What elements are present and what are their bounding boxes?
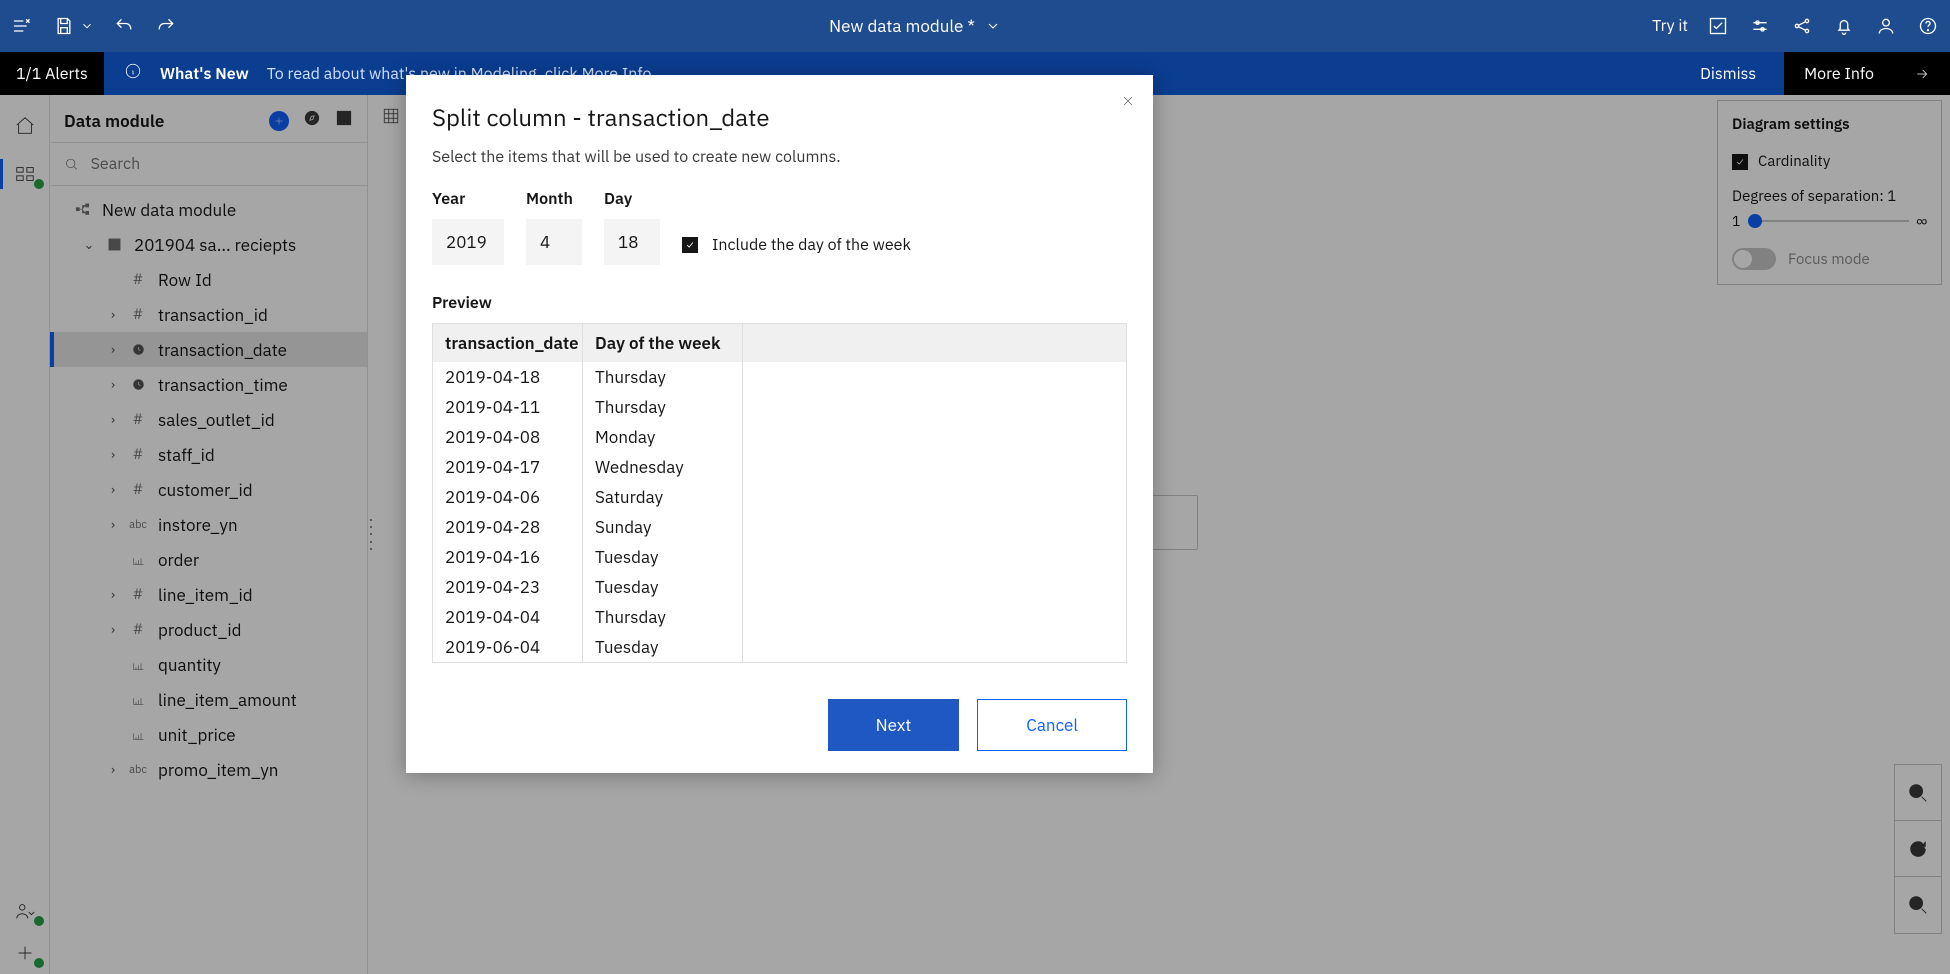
- preview-table: transaction_date 2019-04-182019-04-11201…: [432, 323, 1127, 663]
- undo-icon[interactable]: [112, 14, 136, 38]
- year-value[interactable]: 2019: [432, 219, 504, 265]
- preview-dow-cell: Sunday: [583, 512, 742, 542]
- more-info-label: More Info: [1804, 64, 1874, 84]
- preview-date-cell: 2019-04-28: [433, 512, 582, 542]
- day-label: Day: [604, 189, 660, 209]
- title-chevron-down-icon[interactable]: [985, 14, 1001, 38]
- save-chevron-down-icon[interactable]: [80, 14, 94, 38]
- preview-date-cell: 2019-04-23: [433, 572, 582, 602]
- dialog-subtitle: Select the items that will be used to cr…: [432, 147, 1127, 167]
- preview-date-cell: 2019-06-04: [433, 632, 582, 662]
- preview-date-cell: 2019-04-06: [433, 482, 582, 512]
- day-value[interactable]: 18: [604, 219, 660, 265]
- year-label: Year: [432, 189, 504, 209]
- share-icon[interactable]: [1790, 14, 1814, 38]
- preview-label: Preview: [432, 293, 1127, 313]
- preview-dow-cell: Thursday: [583, 602, 742, 632]
- redo-icon[interactable]: [154, 14, 178, 38]
- save-icon[interactable]: [52, 14, 76, 38]
- preview-dow-cell: Wednesday: [583, 452, 742, 482]
- validate-icon[interactable]: [1706, 14, 1730, 38]
- app-switcher-icon[interactable]: [10, 14, 34, 38]
- preview-date-cell: 2019-04-17: [433, 452, 582, 482]
- document-title: New data module *: [829, 15, 975, 37]
- preview-col3-header: [743, 324, 1126, 362]
- alert-title: What's New: [160, 64, 249, 84]
- preview-dow-cell: Thursday: [583, 362, 742, 392]
- preview-date-cell: 2019-04-04: [433, 602, 582, 632]
- preview-date-cell: 2019-04-11: [433, 392, 582, 422]
- preview-col2-header: Day of the week: [583, 324, 742, 362]
- user-icon[interactable]: [1874, 14, 1898, 38]
- more-info-button[interactable]: More Info: [1784, 52, 1950, 95]
- preview-date-cell: 2019-04-18: [433, 362, 582, 392]
- preview-dow-cell: Tuesday: [583, 542, 742, 572]
- month-value[interactable]: 4: [526, 219, 582, 265]
- next-button[interactable]: Next: [828, 699, 960, 751]
- preview-col1-header: transaction_date: [433, 324, 582, 362]
- notifications-icon[interactable]: [1832, 14, 1856, 38]
- preview-dow-cell: Saturday: [583, 482, 742, 512]
- info-icon: [124, 62, 142, 85]
- try-it-link[interactable]: Try it: [1652, 16, 1688, 36]
- dialog-title: Split column - transaction_date: [432, 101, 1127, 133]
- include-dow-checkbox[interactable]: [682, 237, 698, 253]
- preview-dow-cell: Thursday: [583, 392, 742, 422]
- split-column-dialog: Split column - transaction_date Select t…: [406, 75, 1153, 773]
- preview-dow-cell: Monday: [583, 422, 742, 452]
- cancel-button[interactable]: Cancel: [977, 699, 1127, 751]
- preview-dow-cell: Tuesday: [583, 572, 742, 602]
- month-label: Month: [526, 189, 582, 209]
- preview-date-cell: 2019-04-16: [433, 542, 582, 572]
- alerts-count: 1/1 Alerts: [0, 52, 104, 95]
- close-icon[interactable]: [1121, 93, 1135, 113]
- preview-date-cell: 2019-04-08: [433, 422, 582, 452]
- help-icon[interactable]: [1916, 14, 1940, 38]
- top-toolbar: New data module * Try it: [0, 0, 1950, 52]
- include-dow-label: Include the day of the week: [712, 235, 911, 255]
- dismiss-button[interactable]: Dismiss: [1672, 64, 1784, 84]
- settings-sliders-icon[interactable]: [1748, 14, 1772, 38]
- preview-dow-cell: Tuesday: [583, 632, 742, 662]
